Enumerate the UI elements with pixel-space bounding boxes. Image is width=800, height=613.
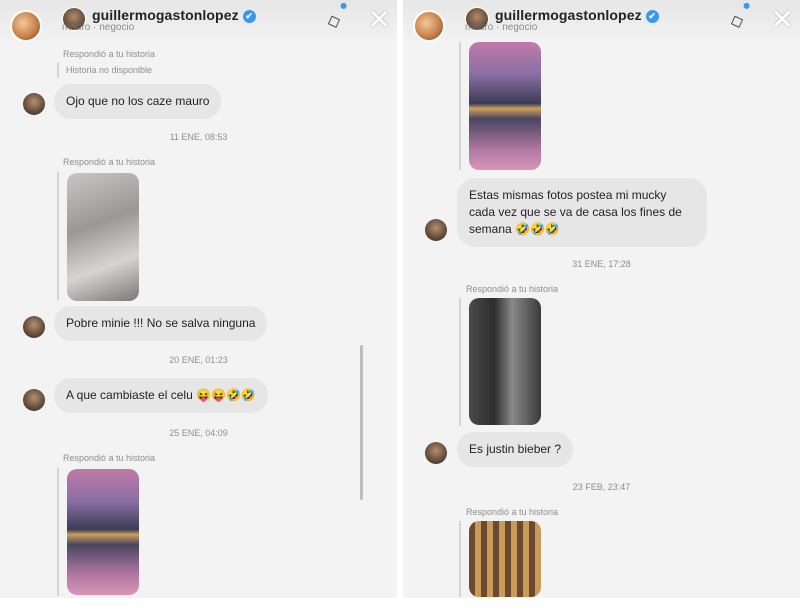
sticker-icon[interactable]: ◇ <box>727 2 753 33</box>
chat-header: guillermogastonlopez ✔ mauro · negocio ◇ … <box>0 0 397 42</box>
reply-label: Respondió a tu historia <box>466 507 559 517</box>
sticker-icon[interactable]: ◇ <box>324 2 350 33</box>
close-icon[interactable]: ✕ <box>368 6 391 34</box>
username[interactable]: guillermogastonlopez <box>92 7 239 23</box>
message-text: A que cambiaste el celu <box>66 388 193 402</box>
message-avatar[interactable] <box>23 93 45 115</box>
emoji-group: 😝😝🤣🤣 <box>196 388 256 402</box>
reply-line <box>57 468 59 596</box>
username[interactable]: guillermogastonlopez <box>495 7 642 23</box>
story-thumbnail[interactable] <box>469 521 541 597</box>
message-bubble[interactable]: Ojo que no los caze mauro <box>54 84 222 119</box>
message-text: Estas mismas fotos postea mi mucky cada … <box>469 188 682 236</box>
message-avatar[interactable] <box>425 219 447 241</box>
chat-panel-left: guillermogastonlopez ✔ mauro · negocio ◇ … <box>0 0 397 598</box>
timestamp: 20 ENE, 01:23 <box>169 355 228 365</box>
verified-badge-icon: ✔ <box>242 10 256 23</box>
story-thumbnail[interactable] <box>67 173 139 301</box>
reply-label: Respondió a tu historia <box>63 157 156 167</box>
screenshot-collage: guillermogastonlopez ✔ mauro · negocio ◇ … <box>0 0 800 613</box>
header-subtitle: mauro · negocio <box>62 22 135 33</box>
timestamp: 23 FEB, 23:47 <box>572 482 631 492</box>
notification-dot <box>742 2 751 10</box>
reply-line <box>459 42 461 170</box>
header-subtitle: mauro · negocio <box>465 22 538 33</box>
username-row[interactable]: guillermogastonlopez ✔ <box>92 7 256 23</box>
notification-dot <box>339 2 348 10</box>
reply-line <box>459 521 461 597</box>
story-unavailable-label: Historia no disponible <box>66 65 153 75</box>
timestamp: 25 ENE, 04:09 <box>169 428 228 438</box>
story-thumbnail[interactable] <box>469 298 541 425</box>
reply-label: Respondió a tu historia <box>63 49 156 59</box>
chat-header: guillermogastonlopez ✔ mauro · negocio ◇ … <box>403 0 800 42</box>
reply-line <box>459 298 461 426</box>
timestamp: 31 ENE, 17:28 <box>572 259 631 269</box>
reply-line <box>57 172 59 300</box>
story-avatar[interactable] <box>413 10 445 42</box>
username-row[interactable]: guillermogastonlopez ✔ <box>495 7 659 23</box>
message-bubble[interactable]: Es justin bieber ? <box>457 432 574 467</box>
footer-strip <box>0 598 800 613</box>
message-bubble[interactable]: A que cambiaste el celu 😝😝🤣🤣 <box>54 378 268 413</box>
reply-line <box>57 62 59 78</box>
story-thumbnail[interactable] <box>469 42 541 170</box>
message-bubble[interactable]: Estas mismas fotos postea mi mucky cada … <box>457 178 707 247</box>
message-avatar[interactable] <box>23 389 45 411</box>
timestamp: 11 ENE, 08:53 <box>169 132 228 142</box>
reply-label: Respondió a tu historia <box>63 453 156 463</box>
verified-badge-icon: ✔ <box>645 10 659 23</box>
sticker-glyph: ◇ <box>727 9 746 32</box>
emoji-group: 🤣🤣🤣 <box>515 222 560 236</box>
message-avatar[interactable] <box>23 316 45 338</box>
reply-label: Respondió a tu historia <box>466 284 559 294</box>
scrollbar[interactable] <box>360 345 363 500</box>
message-avatar[interactable] <box>425 442 447 464</box>
close-icon[interactable]: ✕ <box>771 6 794 34</box>
message-bubble[interactable]: Pobre minie !!! No se salva ninguna <box>54 306 268 341</box>
chat-panel-right: guillermogastonlopez ✔ mauro · negocio ◇ … <box>403 0 800 598</box>
sticker-glyph: ◇ <box>324 9 343 32</box>
story-avatar[interactable] <box>10 10 42 42</box>
story-thumbnail[interactable] <box>67 469 139 595</box>
